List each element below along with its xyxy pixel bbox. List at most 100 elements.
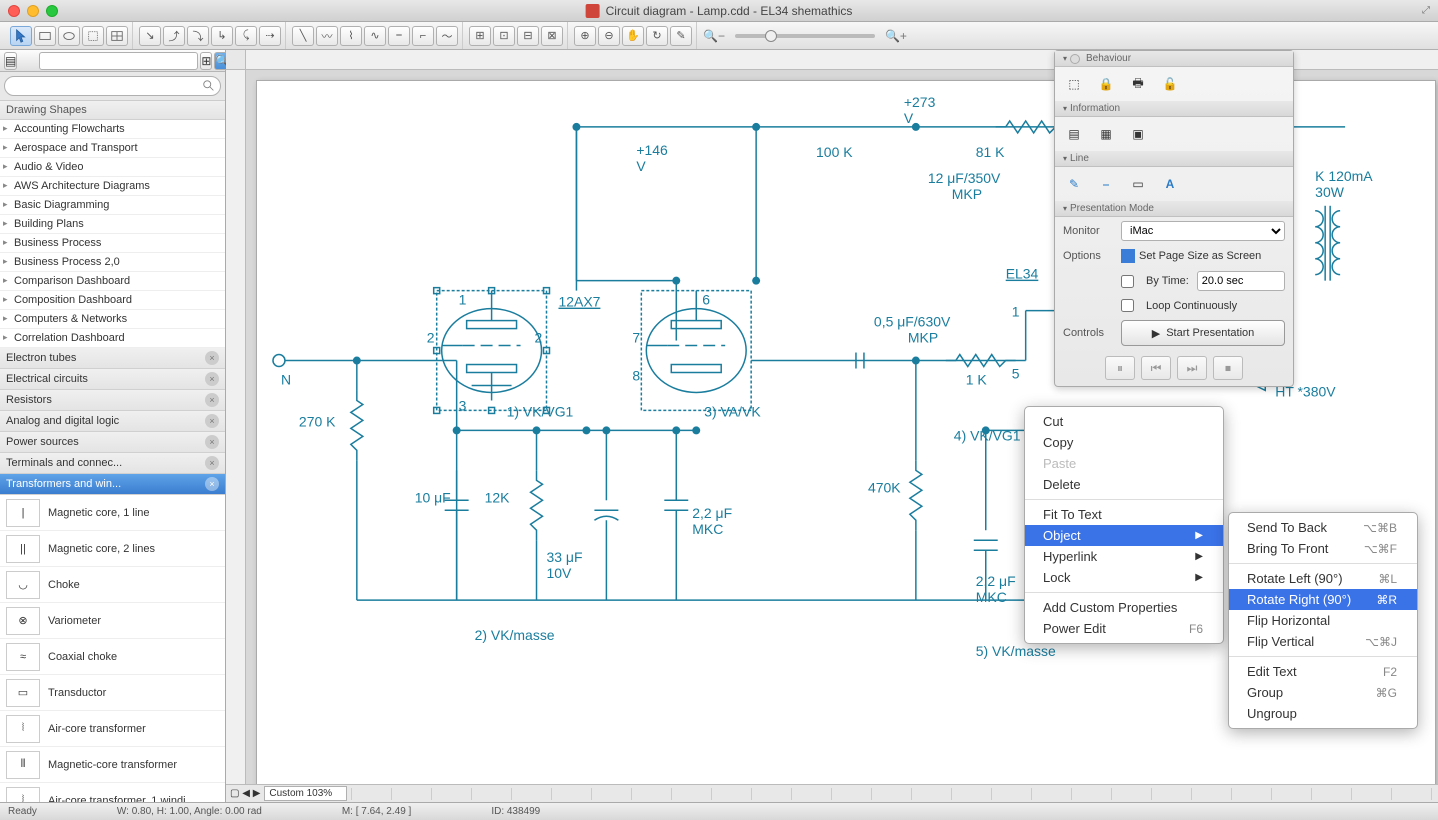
lib-open-item[interactable]: Power sources× bbox=[0, 432, 225, 453]
line-tool-3[interactable]: ⌇ bbox=[340, 26, 362, 46]
ruler-vertical[interactable] bbox=[226, 70, 246, 784]
page-nav[interactable]: ▢ ◀ ▶ bbox=[230, 788, 260, 799]
zoom-slider[interactable] bbox=[735, 34, 875, 38]
lib-open-item[interactable]: Electrical circuits× bbox=[0, 369, 225, 390]
lib-category[interactable]: Building Plans bbox=[0, 215, 225, 234]
stencil-item[interactable]: ⦚Air-core transformer bbox=[0, 711, 225, 747]
ctx-bring-front[interactable]: Bring To Front⌥⌘F bbox=[1229, 538, 1417, 559]
connector-tool-6[interactable]: ⇢ bbox=[259, 26, 281, 46]
lib-category[interactable]: Accounting Flowcharts bbox=[0, 120, 225, 139]
lib-open-item[interactable]: Transformers and win...× bbox=[0, 474, 225, 495]
lib-open-item[interactable]: Terminals and connec...× bbox=[0, 453, 225, 474]
lib-category[interactable]: Business Process bbox=[0, 234, 225, 253]
monitor-select[interactable]: iMac bbox=[1121, 221, 1285, 241]
stencil-item[interactable]: ≈Coaxial choke bbox=[0, 639, 225, 675]
ctx-hyperlink[interactable]: Hyperlink▶ bbox=[1025, 546, 1223, 567]
expand-icon[interactable]: ⤢ bbox=[1422, 5, 1430, 16]
ctx-edit-text[interactable]: Edit TextF2 bbox=[1229, 661, 1417, 682]
adjust-tool-2[interactable]: ⊡ bbox=[493, 26, 515, 46]
stencil-item[interactable]: ⊗Variometer bbox=[0, 603, 225, 639]
connector-tool-3[interactable]: ⤵ bbox=[187, 26, 209, 46]
print-icon[interactable]: 🖶 bbox=[1127, 73, 1149, 95]
table-tool[interactable] bbox=[106, 26, 128, 46]
line-text-icon[interactable]: A bbox=[1159, 173, 1181, 195]
lock-icon[interactable]: 🔒 bbox=[1095, 73, 1117, 95]
connector-tool-2[interactable]: ⤴ bbox=[163, 26, 185, 46]
ctx-fit[interactable]: Fit To Text bbox=[1025, 504, 1223, 525]
line-tool-1[interactable]: ╲ bbox=[292, 26, 314, 46]
info-icon-2[interactable]: ▦ bbox=[1095, 123, 1117, 145]
grid-view-button[interactable]: ⊞ bbox=[200, 52, 212, 70]
lib-open-item[interactable]: Resistors× bbox=[0, 390, 225, 411]
minimize-window-button[interactable] bbox=[27, 5, 39, 17]
stencil-item[interactable]: ▭Transductor bbox=[0, 675, 225, 711]
information-header[interactable]: Information bbox=[1070, 103, 1120, 114]
adjust-tool-3[interactable]: ⊟ bbox=[517, 26, 539, 46]
stencil-item[interactable]: ||Magnetic core, 2 lines bbox=[0, 531, 225, 567]
line-tool-4[interactable]: ∿ bbox=[364, 26, 386, 46]
lib-category[interactable]: Audio & Video bbox=[0, 158, 225, 177]
start-presentation-button[interactable]: ▶ Start Presentation bbox=[1121, 320, 1285, 346]
rect-tool[interactable] bbox=[34, 26, 56, 46]
line-tool-6[interactable]: ⌐ bbox=[412, 26, 434, 46]
close-icon[interactable]: × bbox=[205, 435, 219, 449]
stencil-item[interactable]: |Magnetic core, 1 line bbox=[0, 495, 225, 531]
adjust-tool-4[interactable]: ⊠ bbox=[541, 26, 563, 46]
lib-category[interactable]: Basic Diagramming bbox=[0, 196, 225, 215]
resize-icon[interactable]: ⬚ bbox=[1063, 73, 1085, 95]
ctx-object[interactable]: Object▶ bbox=[1025, 525, 1223, 546]
close-icon[interactable]: × bbox=[205, 414, 219, 428]
ctx-copy[interactable]: Copy bbox=[1025, 432, 1223, 453]
ctx-flip-h[interactable]: Flip Horizontal bbox=[1229, 610, 1417, 631]
pause-button[interactable]: ⏸ bbox=[1105, 356, 1135, 380]
close-icon[interactable]: × bbox=[205, 393, 219, 407]
zoom-out-tool[interactable]: ⊖ bbox=[598, 26, 620, 46]
info-icon-3[interactable]: ▣ bbox=[1127, 123, 1149, 145]
page-size-option[interactable]: Set Page Size as Screen bbox=[1139, 250, 1261, 262]
rotate-tool[interactable]: ↻ bbox=[646, 26, 668, 46]
zoom-out-icon[interactable]: 🔍− bbox=[703, 29, 725, 43]
lib-category[interactable]: AWS Architecture Diagrams bbox=[0, 177, 225, 196]
line-style-icon[interactable]: ✎ bbox=[1063, 173, 1085, 195]
line-header[interactable]: Line bbox=[1070, 153, 1089, 164]
close-icon[interactable]: × bbox=[205, 351, 219, 365]
close-icon[interactable]: × bbox=[205, 456, 219, 470]
pointer-tool[interactable] bbox=[10, 26, 32, 46]
ctx-flip-v[interactable]: Flip Vertical⌥⌘J bbox=[1229, 631, 1417, 652]
close-icon[interactable]: × bbox=[205, 477, 219, 491]
sidebar-filter-input[interactable] bbox=[39, 52, 198, 70]
ctx-custom[interactable]: Add Custom Properties bbox=[1025, 597, 1223, 618]
ctx-delete[interactable]: Delete bbox=[1025, 474, 1223, 495]
hand-tool[interactable]: ✋ bbox=[622, 26, 644, 46]
close-window-button[interactable] bbox=[8, 5, 20, 17]
lib-category[interactable]: Composition Dashboard bbox=[0, 291, 225, 310]
tree-view-button[interactable]: ▤ bbox=[4, 52, 17, 70]
lib-category[interactable]: Comparison Dashboard bbox=[0, 272, 225, 291]
ctx-rotate-left[interactable]: Rotate Left (90°)⌘L bbox=[1229, 568, 1417, 589]
lib-category[interactable]: Computers & Networks bbox=[0, 310, 225, 329]
by-time-input[interactable] bbox=[1197, 271, 1285, 291]
lib-open-item[interactable]: Analog and digital logic× bbox=[0, 411, 225, 432]
library-search-input[interactable] bbox=[4, 76, 221, 96]
zoom-in-tool[interactable]: ⊕ bbox=[574, 26, 596, 46]
unlock-icon[interactable]: 🔓 bbox=[1159, 73, 1181, 95]
lib-open-item[interactable]: Electron tubes× bbox=[0, 348, 225, 369]
ctx-cut[interactable]: Cut bbox=[1025, 411, 1223, 432]
info-icon-1[interactable]: ▤ bbox=[1063, 123, 1085, 145]
stencil-item[interactable]: ◡Choke bbox=[0, 567, 225, 603]
close-icon[interactable]: × bbox=[205, 372, 219, 386]
adjust-tool-1[interactable]: ⊞ bbox=[469, 26, 491, 46]
presentation-header[interactable]: Presentation Mode bbox=[1070, 203, 1154, 214]
stop-button[interactable]: ⏹ bbox=[1213, 356, 1243, 380]
lib-category[interactable]: Correlation Dashboard bbox=[0, 329, 225, 348]
line-end-icon[interactable]: ⎯ bbox=[1095, 173, 1117, 195]
zoom-combo[interactable]: Custom 103% bbox=[264, 786, 347, 801]
lib-category[interactable]: Business Process 2,0 bbox=[0, 253, 225, 272]
ctx-send-back[interactable]: Send To Back⌥⌘B bbox=[1229, 517, 1417, 538]
stencil-item[interactable]: ⦚Air-core transformer, 1 windi bbox=[0, 783, 225, 802]
behaviour-header[interactable]: Behaviour bbox=[1086, 53, 1131, 64]
by-time-checkbox[interactable] bbox=[1121, 275, 1134, 288]
connector-tool-4[interactable]: ↳ bbox=[211, 26, 233, 46]
ctx-lock[interactable]: Lock▶ bbox=[1025, 567, 1223, 588]
line-tool-5[interactable]: ⎯ bbox=[388, 26, 410, 46]
